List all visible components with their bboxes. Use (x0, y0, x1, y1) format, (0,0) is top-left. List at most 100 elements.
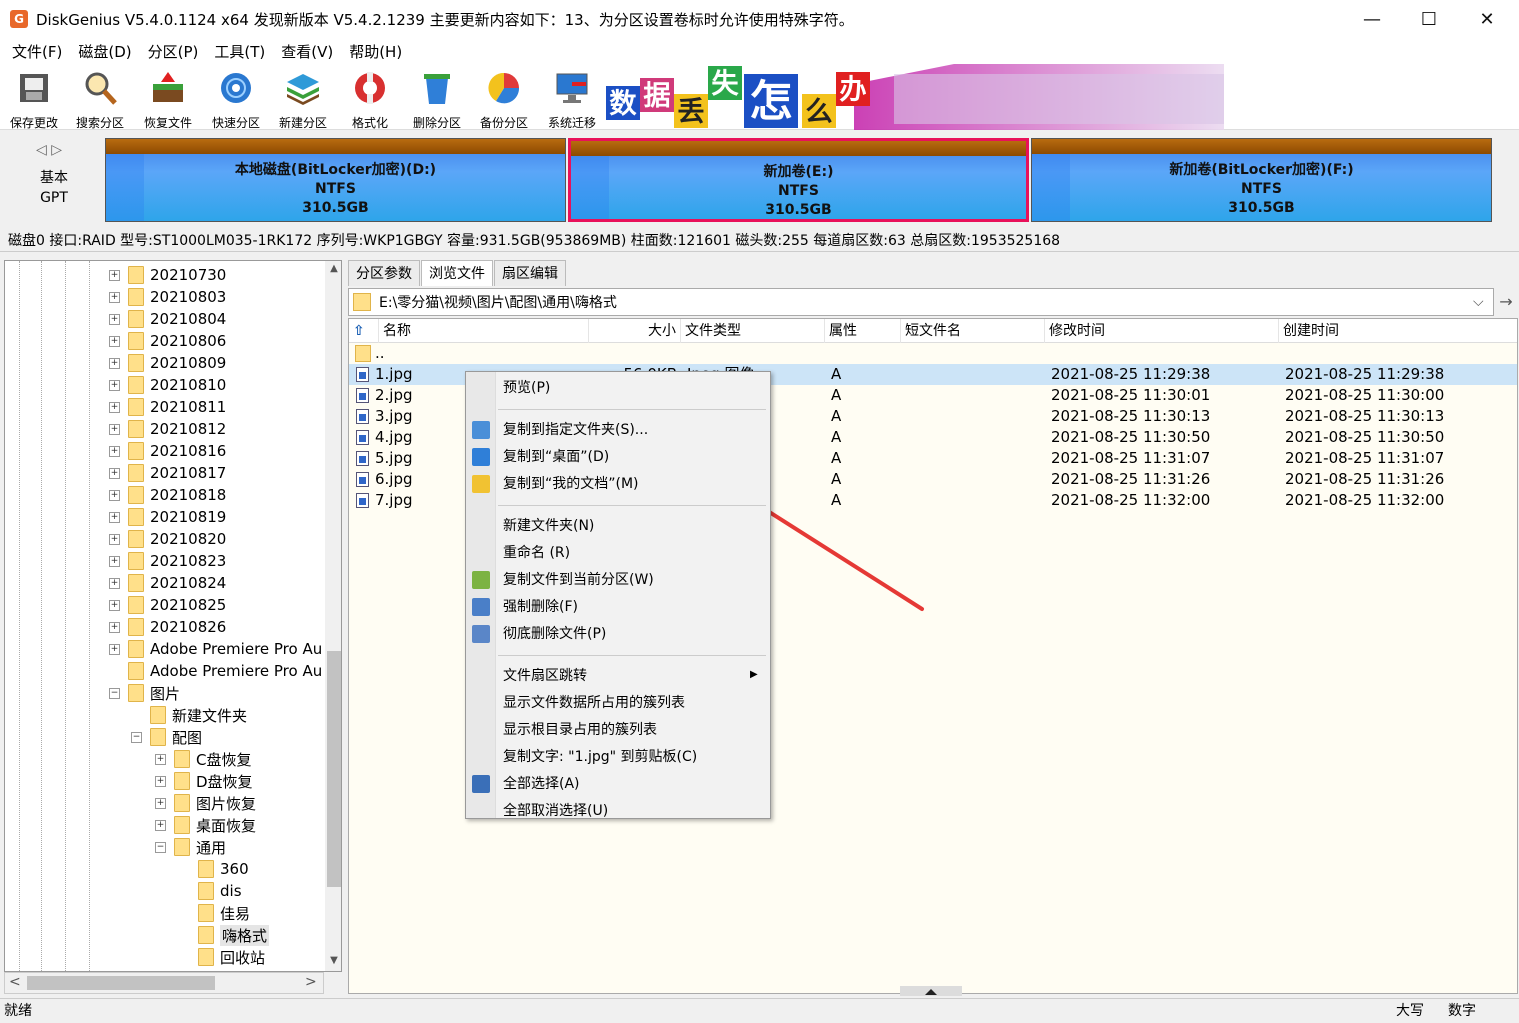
expand-icon[interactable]: + (109, 555, 120, 567)
toolbar-button-trash[interactable]: 删除分区 (405, 68, 469, 130)
expand-icon[interactable]: + (109, 401, 120, 413)
col-name[interactable]: 名称 (379, 319, 589, 343)
scroll-right-icon[interactable]: > (305, 974, 317, 990)
expand-icon[interactable]: + (109, 511, 120, 523)
tree-item[interactable]: +20210810 (109, 374, 226, 396)
expand-icon[interactable]: + (109, 357, 120, 369)
tab-sector-edit[interactable]: 扇区编辑 (494, 260, 566, 286)
context-menu-item-9[interactable]: 强制删除(F) (503, 595, 578, 619)
tree-horizontal-scrollbar[interactable]: < > (4, 972, 324, 994)
expand-icon[interactable]: + (109, 533, 120, 545)
toolbar-button-magnifier[interactable]: 搜索分区 (68, 68, 132, 130)
col-short-name[interactable]: 短文件名 (901, 319, 1045, 343)
path-dropdown-icon[interactable]: ⌵ (1473, 294, 1493, 310)
tree-item[interactable]: +20210817 (109, 462, 226, 484)
toolbar-button-recover[interactable]: 恢复文件 (136, 68, 200, 130)
tree-item[interactable]: + C盘恢复 (155, 748, 251, 770)
expand-icon[interactable]: + (155, 819, 166, 831)
tree-vertical-scrollbar[interactable]: ▲ ▼ (325, 261, 341, 971)
context-menu-item-15[interactable]: 复制文字: "1.jpg" 到剪贴板(C) (503, 745, 697, 769)
promo-banner[interactable]: 数据丢失怎么办 (604, 64, 1224, 130)
expand-icon[interactable]: + (109, 313, 120, 325)
context-menu-item-2[interactable]: 复制到指定文件夹(S)... (503, 418, 648, 442)
expand-icon[interactable]: + (109, 445, 120, 457)
expand-icon[interactable]: + (155, 753, 166, 765)
toolbar-button-disc[interactable]: 快速分区 (204, 68, 268, 130)
expand-icon[interactable]: + (109, 643, 120, 655)
tree-item[interactable]: +20210816 (109, 440, 226, 462)
tree-item[interactable]: +20210818 (109, 484, 226, 506)
menu-item-4[interactable]: 查看(V) (273, 41, 341, 62)
file-row[interactable]: .. (349, 343, 1517, 364)
context-menu-item-7[interactable]: 重命名 (R) (503, 541, 570, 565)
collapse-icon[interactable]: − (131, 731, 142, 743)
minimize-button[interactable]: — (1343, 0, 1401, 38)
tree-item[interactable]: +20210819 (109, 506, 226, 528)
context-menu-item-10[interactable]: 彻底删除文件(P) (503, 622, 606, 646)
col-attr[interactable]: 属性 (825, 319, 901, 343)
context-menu-item-3[interactable]: 复制到“桌面”(D) (503, 445, 609, 469)
tree-item[interactable]: + 桌面恢复 (155, 814, 256, 836)
tree-item[interactable]: +20210812 (109, 418, 226, 440)
toolbar-button-save[interactable]: 保存更改 (2, 68, 66, 130)
go-button[interactable]: → (1496, 288, 1516, 316)
expand-icon[interactable]: + (109, 577, 120, 589)
col-type[interactable]: 文件类型 (681, 319, 825, 343)
tree-item[interactable]: 佳易 (179, 902, 250, 924)
context-menu-item-13[interactable]: 显示文件数据所占用的簇列表 (503, 691, 685, 715)
collapse-icon[interactable]: − (155, 841, 166, 853)
tree-item[interactable]: +20210730 (109, 264, 226, 286)
expand-icon[interactable]: + (155, 797, 166, 809)
path-bar[interactable]: E:\零分猫\视频\图片\配图\通用\嗨格式 ⌵ (348, 288, 1494, 316)
context-menu-item-8[interactable]: 复制文件到当前分区(W) (503, 568, 654, 592)
col-created[interactable]: 创建时间 (1279, 319, 1517, 343)
panel-splitter[interactable] (900, 986, 962, 996)
toolbar-button-monitor[interactable]: 系统迁移 (540, 68, 604, 130)
tree-item[interactable]: +20210804 (109, 308, 226, 330)
toolbar-button-pie[interactable]: 备份分区 (472, 68, 536, 130)
scroll-up-icon[interactable]: ▲ (325, 263, 341, 274)
tree-item[interactable]: +20210824 (109, 572, 226, 594)
expand-icon[interactable]: + (109, 467, 120, 479)
expand-icon[interactable]: + (109, 621, 120, 633)
partition-d[interactable]: 本地磁盘(BitLocker加密)(D:) NTFS 310.5GB (105, 138, 566, 222)
expand-icon[interactable]: + (109, 489, 120, 501)
expand-icon[interactable]: + (109, 379, 120, 391)
menu-item-5[interactable]: 帮助(H) (341, 41, 410, 62)
tree-item[interactable]: +20210826 (109, 616, 226, 638)
expand-icon[interactable]: + (155, 775, 166, 787)
menu-item-0[interactable]: 文件(F) (4, 41, 70, 62)
tree-item[interactable]: − 图片 (109, 682, 180, 704)
context-menu-item-16[interactable]: 全部选择(A) (503, 772, 580, 796)
tree-item[interactable]: Adobe Premiere Pro Au (109, 660, 322, 682)
tree-item[interactable]: + 图片恢复 (155, 792, 256, 814)
disk-nav-arrows[interactable]: ◁ ▷ (36, 142, 76, 158)
context-menu-item-0[interactable]: 预览(P) (503, 376, 550, 400)
tree-item[interactable]: − 配图 (131, 726, 202, 748)
maximize-button[interactable]: ☐ (1400, 0, 1458, 38)
tree-item[interactable]: + Adobe Premiere Pro Au (109, 638, 322, 660)
expand-icon[interactable]: + (109, 335, 120, 347)
partition-f[interactable]: 新加卷(BitLocker加密)(F:) NTFS 310.5GB (1031, 138, 1492, 222)
menu-item-2[interactable]: 分区(P) (140, 41, 207, 62)
close-button[interactable]: ✕ (1458, 0, 1516, 38)
path-input[interactable]: E:\零分猫\视频\图片\配图\通用\嗨格式 (379, 292, 1473, 312)
expand-icon[interactable]: + (109, 291, 120, 303)
tree-item[interactable]: 新建文件夹 (131, 704, 247, 726)
expand-icon[interactable]: + (109, 269, 120, 281)
tree-item[interactable]: − 通用 (155, 836, 226, 858)
tree-item[interactable]: dis (179, 880, 242, 902)
tree-item[interactable]: 360 (179, 858, 249, 880)
col-modified[interactable]: 修改时间 (1045, 319, 1279, 343)
partition-e[interactable]: 新加卷(E:) NTFS 310.5GB (568, 138, 1029, 222)
scroll-left-icon[interactable]: < (9, 974, 21, 990)
toolbar-button-lifebuoy[interactable]: 格式化 (338, 68, 402, 130)
collapse-icon[interactable]: − (109, 687, 120, 699)
context-menu-item-17[interactable]: 全部取消选择(U) (503, 799, 608, 823)
tab-browse-files[interactable]: 浏览文件 (421, 260, 493, 286)
tree-item[interactable]: 回收站 (179, 946, 265, 968)
tree-item[interactable]: + D盘恢复 (155, 770, 253, 792)
expand-icon[interactable]: + (109, 423, 120, 435)
tree-item[interactable]: +20210820 (109, 528, 226, 550)
folder-tree[interactable]: +20210730 +20210803 +20210804 +20210806 +202… (4, 260, 342, 972)
